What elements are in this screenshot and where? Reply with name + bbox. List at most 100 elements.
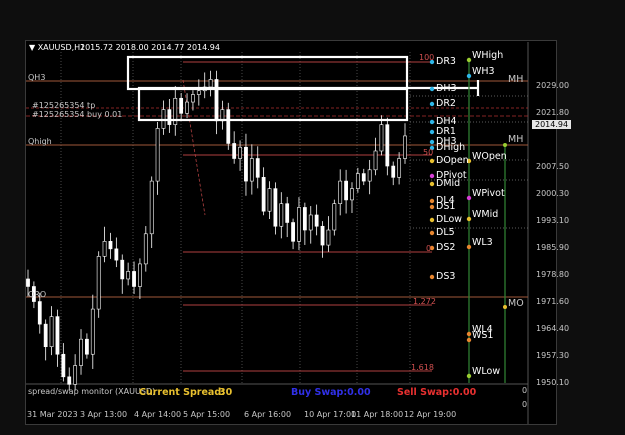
chart-symbol: ▼ XAUUSD,H1 xyxy=(29,43,86,52)
candle-body xyxy=(102,241,107,257)
weekly-pivot-dot xyxy=(466,337,472,343)
candle-body xyxy=(350,188,354,201)
time-tick-label: 11 Apr 18:00 xyxy=(351,410,404,419)
candle-body xyxy=(338,180,343,204)
monthly-dot xyxy=(503,143,507,147)
daily-pivot-label: DH3 xyxy=(436,83,457,94)
daily-pivot-dot xyxy=(429,198,435,204)
candle-body xyxy=(143,233,148,265)
candle-body xyxy=(244,146,248,182)
time-tick-label: 4 Apr 14:00 xyxy=(134,410,182,419)
daily-pivot-label: DLow xyxy=(436,214,463,225)
candle-body xyxy=(279,203,284,227)
candle-body xyxy=(155,128,160,182)
candle-body xyxy=(344,180,348,201)
price-tick-label: 1978.80 xyxy=(536,269,570,279)
qrow-label: QRO xyxy=(28,290,47,299)
candle-body xyxy=(126,271,131,280)
candle-body xyxy=(249,158,254,182)
daily-pivot-dot xyxy=(429,119,435,125)
candle-body xyxy=(167,109,172,125)
candle-body xyxy=(320,225,325,246)
weekly-pivot-label: WOpen xyxy=(472,151,507,162)
daily-pivot-label: DR3 xyxy=(436,56,456,67)
candle-body xyxy=(326,229,331,246)
price-tick-label: 1957.30 xyxy=(536,350,570,360)
candle-body xyxy=(120,259,125,280)
fib-1618-label: 1.618 xyxy=(411,363,434,372)
qh3-label: QH3 xyxy=(28,73,46,82)
candle-body xyxy=(132,271,136,287)
candle-body xyxy=(96,256,101,310)
price-chart[interactable] xyxy=(0,0,625,435)
daily-pivot-dot xyxy=(429,173,435,179)
daily-pivot-dot xyxy=(429,129,435,135)
daily-pivot-label: DL5 xyxy=(436,227,455,238)
weekly-pivot-label: WPivot xyxy=(472,188,505,199)
weekly-pivot-dot xyxy=(466,57,472,63)
candle-body xyxy=(49,316,54,348)
candle-body xyxy=(73,365,78,385)
candle-body xyxy=(273,188,278,227)
daily-pivot-dot xyxy=(429,217,435,223)
candle-body xyxy=(61,353,66,378)
candle-body xyxy=(85,338,89,355)
price-tick-label: 2021.80 xyxy=(536,108,570,118)
price-tick-label: 2000.30 xyxy=(536,189,570,199)
indicator-axis-tick: 0 xyxy=(522,400,528,409)
daily-pivot-label: DS2 xyxy=(436,242,456,253)
current-price-tag: 2014.94 xyxy=(532,120,572,129)
order-tp-label: #125265354 tp xyxy=(32,101,96,110)
sell-swap-label-text: Sell Swap: xyxy=(397,387,453,398)
spread-value: 30 xyxy=(218,387,233,398)
daily-pivot-dot xyxy=(429,158,435,164)
weekly-pivot-dot xyxy=(466,331,472,337)
candle-body xyxy=(90,308,95,355)
candle-body xyxy=(391,165,396,178)
fib-100-label: 100 xyxy=(419,53,435,62)
candle-body xyxy=(332,203,337,231)
weekly-pivot-dot xyxy=(466,373,472,379)
candle-body xyxy=(403,135,407,159)
candle-body xyxy=(226,109,231,144)
candle-body xyxy=(361,173,366,182)
candle-body xyxy=(108,241,113,250)
price-tick-label: 2007.50 xyxy=(536,161,570,171)
sell-swap-label: Sell Swap:0.00 xyxy=(397,387,476,398)
candle-body xyxy=(26,278,30,287)
price-tick-label: 1971.60 xyxy=(536,297,570,307)
daily-pivot-dot xyxy=(429,101,435,107)
candle-body xyxy=(385,124,390,167)
selection-box-bottom xyxy=(137,86,409,122)
order-buy-label: #125265354 buy 0.01 xyxy=(32,110,123,119)
weekly-pivot-dot xyxy=(466,216,472,222)
candle-body xyxy=(267,188,272,212)
candle-body xyxy=(37,301,42,325)
price-tick-label: 1950.10 xyxy=(536,377,570,387)
indicator-axis-tick: 0 xyxy=(522,386,528,395)
candle-body xyxy=(67,376,72,385)
time-tick-label: 31 Mar 2023 xyxy=(27,410,78,419)
candle-body xyxy=(255,158,260,178)
daily-pivot-dot xyxy=(429,139,435,145)
time-tick-label: 10 Apr 17:00 xyxy=(304,410,357,419)
daily-pivot-label: DOpen xyxy=(436,155,469,166)
daily-pivot-dot xyxy=(429,274,435,280)
daily-pivot-dot xyxy=(429,230,435,236)
candle-body xyxy=(179,97,184,114)
candle-body xyxy=(308,214,313,231)
candle-body xyxy=(138,263,142,287)
fib-1272-label: 1.272 xyxy=(413,297,436,306)
monthly-pivot-label: MH xyxy=(508,134,524,145)
chart-ohlc: 2015.72 2018.00 2014.77 2014.94 xyxy=(80,43,220,52)
time-tick-label: 6 Apr 16:00 xyxy=(244,410,292,419)
daily-pivot-label: DHigh xyxy=(436,142,466,153)
buy-swap-value: 0.00 xyxy=(347,387,371,398)
weekly-pivot-dot xyxy=(466,244,472,250)
weekly-pivot-label: WS1 xyxy=(472,330,494,341)
daily-pivot-dot xyxy=(429,181,435,187)
fib-0-label: 0 xyxy=(426,244,432,253)
weekly-pivot-label: WHigh xyxy=(472,50,504,61)
monthly-dot xyxy=(503,305,507,309)
candle-body xyxy=(291,222,295,242)
